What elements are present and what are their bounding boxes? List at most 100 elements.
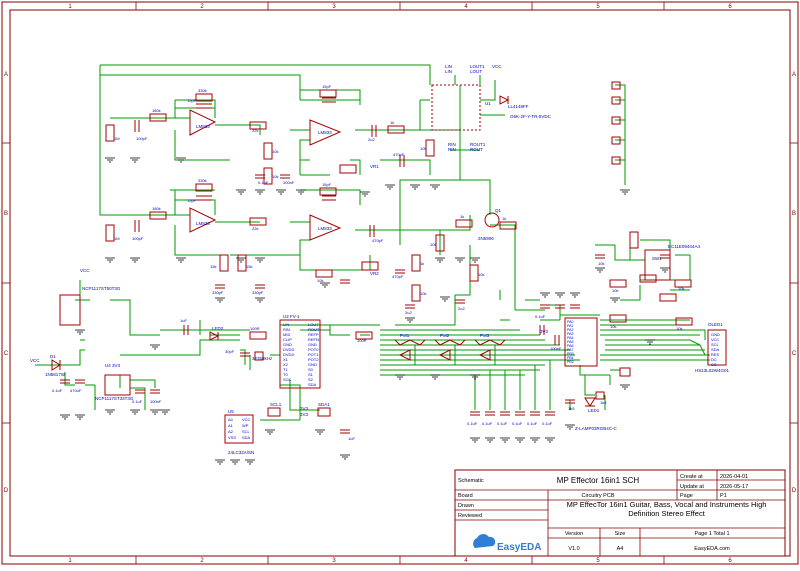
svg-text:15pF: 15pF: [322, 84, 332, 89]
svg-text:A0: A0: [228, 417, 234, 422]
crystal-label: 32768kHz: [252, 356, 273, 361]
svg-text:1k: 1k: [420, 261, 424, 266]
svg-text:180k: 180k: [152, 206, 161, 211]
create-date: 2026-04-01: [720, 474, 748, 480]
svg-text:10k: 10k: [272, 174, 278, 179]
svg-text:PB2: PB2: [567, 360, 574, 364]
net-3v3: 3V3: [300, 412, 309, 417]
svg-text:330k: 330k: [198, 178, 207, 183]
reg-bottom-label: NCP1117ST33T3G: [95, 396, 134, 401]
net-scl1: SCL1: [270, 402, 282, 407]
description-box: MP EffecTor 16in1 Guitar, Bass, Vocal an…: [566, 500, 767, 518]
page-total: Page 1 Total 1: [694, 531, 729, 537]
svg-text:0.1uF: 0.1uF: [482, 421, 493, 426]
led1-label: LED1: [588, 408, 600, 413]
svg-text:10k: 10k: [478, 272, 484, 277]
page-value: P1: [720, 493, 727, 499]
mcu-pins: PA0 PA1 PA2 PA3 PA4 PA5 PA6 PA7 PB0 PB1 …: [567, 320, 574, 364]
vr2-label: VR2: [370, 271, 379, 276]
row-label: C: [4, 351, 9, 357]
vcc-label: VCC: [30, 358, 40, 363]
row-label: A: [4, 72, 8, 78]
pot1-label: Pot1: [400, 333, 410, 338]
reg-top-label: NCP1117ST50T3G: [82, 286, 121, 291]
row-label: A: [792, 72, 796, 78]
ic-label: LM833: [318, 226, 332, 231]
svg-text:100nF: 100nF: [550, 346, 562, 351]
svg-text:15k: 15k: [246, 264, 252, 269]
row-label: D: [792, 488, 797, 494]
svg-text:22k: 22k: [252, 226, 258, 231]
row-label: D: [4, 488, 9, 494]
svg-text:1M: 1M: [114, 136, 120, 141]
svg-text:1k5: 1k5: [600, 400, 607, 405]
svg-text:1k: 1k: [460, 214, 464, 219]
svg-text:100R: 100R: [250, 326, 260, 331]
vr1-label: VR1: [370, 164, 379, 169]
board-label: Board: [458, 493, 473, 499]
title-block: Schematic MP Effector 16in1 SCH Create a…: [454, 469, 786, 557]
schematic-canvas: 1 2 3 4 5 6 1 2 3 4 5 6 A B C D A B C D: [1, 1, 799, 565]
oled-label: OLED1: [708, 322, 723, 327]
svg-text:2u2: 2u2: [368, 137, 375, 142]
create-label: Create at: [680, 474, 703, 480]
project-description: MP EffecTor 16in1 Guitar, Bass, Vocal an…: [566, 500, 767, 518]
row-label: C: [792, 351, 797, 357]
svg-text:100R: 100R: [357, 338, 367, 343]
schematic-title: MP Effector 16in1 SCH: [557, 476, 640, 485]
svg-text:180k: 180k: [152, 108, 161, 113]
svg-text:470pF: 470pF: [393, 152, 405, 157]
svg-text:1uF: 1uF: [180, 318, 187, 323]
svg-text:10k: 10k: [598, 261, 604, 266]
svg-text:1uF: 1uF: [348, 436, 355, 441]
u5-label: U5: [228, 409, 234, 414]
size-value: A4: [617, 546, 624, 552]
update-label: Update at: [680, 484, 704, 490]
d1-label: D1: [50, 354, 56, 359]
svg-text:330k: 330k: [198, 88, 207, 93]
reviewed-label: Reviewed: [458, 513, 482, 519]
net-3v3: 3V3: [300, 406, 309, 411]
fv1-label: U2 FV-1: [283, 314, 300, 319]
site: EasyEDA.com: [694, 546, 730, 552]
svg-text:0.1uF: 0.1uF: [52, 388, 63, 393]
svg-text:10k: 10k: [610, 324, 616, 329]
svg-text:15pF: 15pF: [187, 198, 197, 203]
q1-label: Q1: [495, 208, 502, 213]
drawn-label: Drawn: [458, 503, 474, 509]
svg-text:1k: 1k: [502, 216, 506, 221]
ic-label: LM833: [196, 124, 210, 129]
sw1-label: SW1: [652, 256, 662, 261]
net-label-lout: LOUT: [470, 69, 482, 74]
pot3-label: Pot3: [480, 333, 490, 338]
svg-text:15pF: 15pF: [322, 182, 332, 187]
svg-text:10k: 10k: [317, 278, 323, 283]
row-label: B: [4, 211, 8, 217]
board-value: Circuitry PCB: [581, 493, 614, 499]
net-sda1: SDA1: [318, 402, 330, 407]
eeprom-label: 24LC32A/SN: [228, 450, 254, 455]
svg-text:10k: 10k: [430, 242, 436, 247]
svg-text:0.1uF: 0.1uF: [512, 421, 523, 426]
svg-text:10k: 10k: [678, 286, 684, 291]
relay-ref: U1: [485, 101, 491, 106]
svg-text:100nF: 100nF: [283, 180, 295, 185]
svg-text:SCL: SCL: [242, 429, 251, 434]
pot2-label: Pot2: [440, 333, 450, 338]
svg-text:0.1uF: 0.1uF: [535, 314, 546, 319]
encoder-label: EC11E09444A4: [668, 244, 700, 249]
q1-part: 2N5906: [478, 236, 494, 241]
net-label-lin: LIN: [445, 69, 452, 74]
svg-text:330pF: 330pF: [212, 290, 224, 295]
vcc-label: VCC: [80, 268, 90, 273]
svg-text:470pF: 470pF: [372, 238, 384, 243]
relay-part: G6K-2F-Y-TR-5VDC: [510, 114, 552, 119]
svg-text:2u2: 2u2: [458, 306, 465, 311]
svg-text:1k5: 1k5: [568, 406, 575, 411]
brand-name: EasyEDA: [497, 542, 541, 553]
svg-text:2u2: 2u2: [405, 310, 412, 315]
svg-text:15pF: 15pF: [187, 98, 197, 103]
svg-text:0.1uF: 0.1uF: [542, 421, 553, 426]
svg-text:CS: CS: [711, 362, 717, 367]
svg-text:15k: 15k: [210, 264, 216, 269]
